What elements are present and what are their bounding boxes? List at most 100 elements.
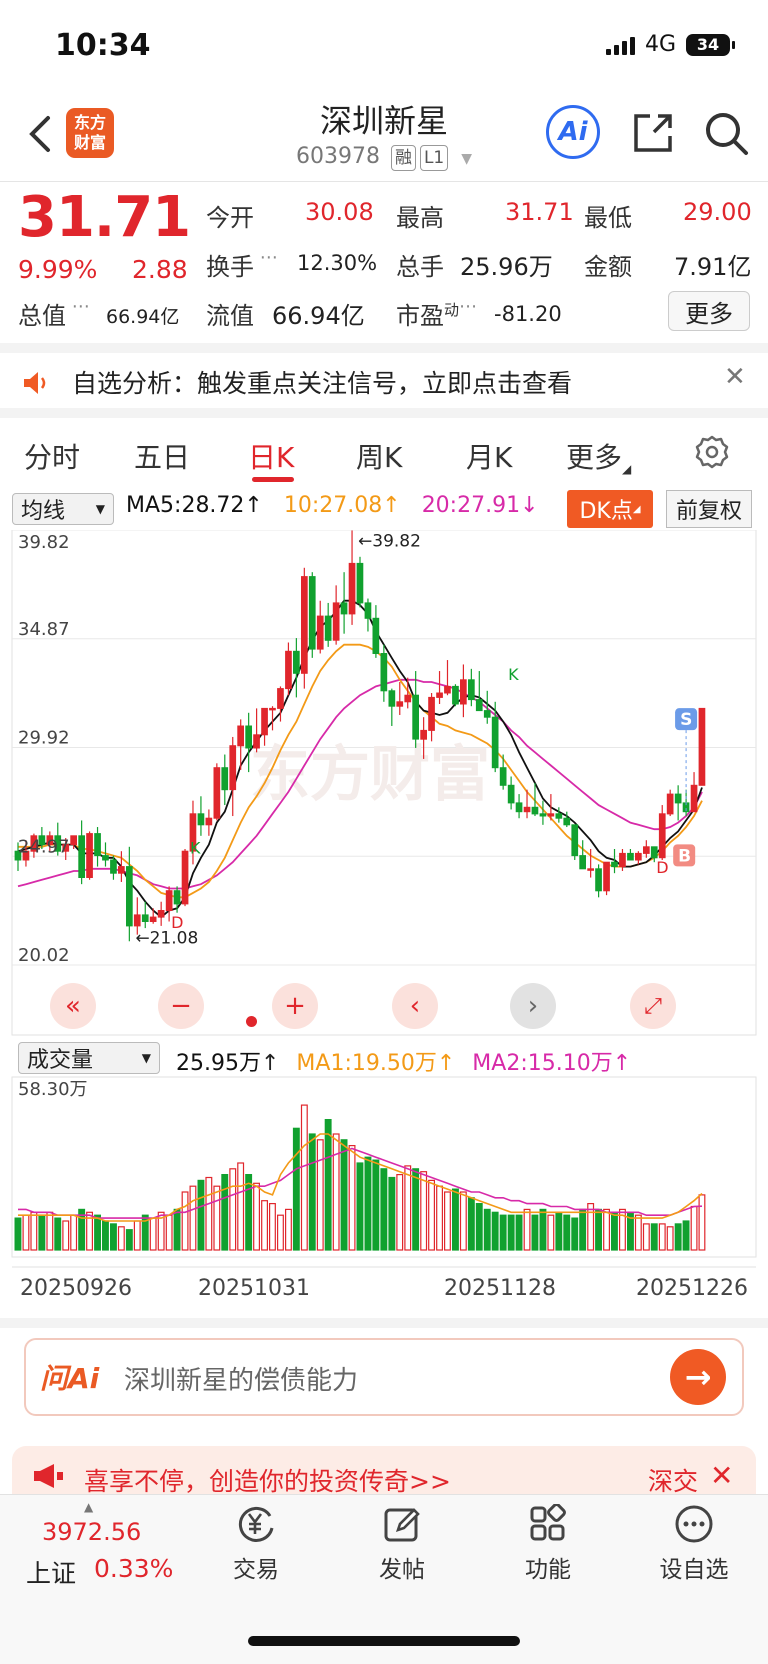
candle-body	[277, 688, 284, 709]
tab-monthly-k[interactable]: 月K	[466, 436, 512, 476]
candle-body	[237, 725, 245, 747]
ai-assistant-button[interactable]: Ai	[546, 105, 600, 159]
candle-body	[205, 817, 213, 826]
kline-chart[interactable]: 东方财富 39.82 34.87 29.92 24.97 20.02 ←39.82 ←21…	[0, 530, 768, 1270]
nav-features-label: 功能	[525, 1557, 571, 1583]
index-change[interactable]: 0.33%	[94, 1554, 173, 1583]
candle-body	[229, 745, 237, 791]
candle-body	[197, 813, 205, 826]
volume-indicator-select[interactable]: 成交量 ▼	[18, 1042, 160, 1074]
volume-bar	[452, 1188, 459, 1251]
chart-settings-button[interactable]	[694, 434, 730, 474]
d-marker: D	[656, 858, 668, 877]
down-arrow-icon: ↓	[520, 493, 539, 518]
change-amount: 2.88	[132, 255, 188, 284]
chart-zoom-in-button[interactable]: +	[272, 983, 318, 1029]
volume-bar	[467, 1197, 475, 1251]
triangle-icon: ◢	[632, 503, 641, 515]
candles	[14, 530, 706, 942]
b-marker-text: B	[678, 846, 691, 866]
candle-body	[603, 861, 610, 892]
home-indicator	[248, 1636, 520, 1646]
candle-body	[499, 767, 507, 786]
tab-weekly-k[interactable]: 周K	[356, 436, 402, 476]
amount-label: 金额	[584, 253, 632, 281]
tab-intraday[interactable]: 分时	[24, 436, 80, 476]
candle-body	[483, 710, 491, 718]
ask-ai-question[interactable]: 深圳新星的偿债能力	[124, 1360, 358, 1397]
candle-body	[547, 813, 555, 817]
chart-fullscreen-button[interactable]: ⤢	[630, 983, 676, 1029]
volume-bar	[634, 1214, 642, 1251]
nav-features[interactable]: 功能	[498, 1504, 598, 1584]
forward-adjust-button[interactable]: 前复权	[666, 490, 752, 528]
volume-select-value: 成交量	[27, 1048, 94, 1073]
volume-bar	[253, 1182, 260, 1251]
d-marker: D	[171, 913, 183, 932]
battery-level: 34	[696, 35, 720, 54]
tab-more[interactable]: 更多◢	[566, 436, 631, 476]
volume-legend: 25.95万↑ MA1:19.50万↑ MA2:15.10万↑	[176, 1045, 631, 1077]
share-button[interactable]	[630, 110, 676, 156]
candle-body	[285, 650, 292, 690]
ask-ai-submit-button[interactable]: →	[670, 1349, 726, 1405]
chart-collapse-button[interactable]: «	[50, 983, 96, 1029]
candle-body	[658, 813, 666, 859]
chart-zoom-out-button[interactable]: −	[158, 983, 204, 1029]
candle-body	[420, 729, 427, 740]
volume-bar	[658, 1223, 666, 1251]
nav-post[interactable]: 发帖	[352, 1504, 452, 1584]
pe-value: -81.20	[494, 302, 562, 326]
volume-bars	[14, 1104, 706, 1251]
ai-label: Ai	[558, 117, 588, 147]
indicator-select[interactable]: 均线 ▼	[12, 493, 114, 525]
volume-bar	[285, 1208, 292, 1251]
status-indicators: 4G 34	[605, 32, 735, 57]
close-icon[interactable]: ✕	[724, 362, 746, 392]
volume-bar	[205, 1176, 213, 1251]
market-cap-label[interactable]: 总值 ⋯	[18, 296, 90, 331]
pe-label[interactable]: 市盈动⋯	[396, 296, 477, 331]
search-button[interactable]	[702, 108, 750, 158]
volume-bar	[547, 1214, 555, 1251]
index-value[interactable]: 3972.56	[42, 1518, 141, 1546]
volume-bar	[237, 1162, 245, 1251]
chart-prev-button[interactable]: ‹	[392, 983, 438, 1029]
turnover-label[interactable]: 换手 ⋯	[206, 247, 278, 282]
volume-bar	[300, 1104, 308, 1251]
tab-five-day[interactable]: 五日	[134, 436, 190, 476]
market-cap-label-text: 总值	[18, 302, 66, 330]
dk-point-button[interactable]: DK点 ◢	[567, 490, 653, 528]
volume-bar	[22, 1214, 30, 1251]
nav-add-watchlist[interactable]: 设自选	[644, 1504, 744, 1584]
candle-body	[141, 914, 149, 922]
volume-bar	[420, 1171, 428, 1251]
ma20-value: 20:27.91	[421, 493, 521, 518]
volume-bar	[269, 1202, 276, 1251]
more-fields-button[interactable]: 更多	[668, 291, 750, 331]
date-label: 20250926	[20, 1276, 132, 1301]
k-marker: K	[190, 838, 201, 857]
candle-body	[412, 694, 419, 740]
chart-next-button[interactable]: ›	[510, 983, 556, 1029]
volume-bar	[133, 1220, 141, 1251]
close-icon[interactable]: ✕	[710, 1459, 733, 1492]
nav-trade[interactable]: 交易	[206, 1504, 306, 1584]
candle-body	[301, 576, 308, 674]
price-tick-label: 29.92	[18, 728, 70, 749]
news-banner-text[interactable]: 自选分析：触发重点关注信号，立即点击查看	[72, 364, 572, 400]
volume-bar	[531, 1214, 539, 1251]
volume-bar	[46, 1211, 54, 1251]
tab-more-label: 更多	[566, 441, 623, 474]
promo-text[interactable]: 喜享不停，创造你的投资传奇>>	[84, 1462, 451, 1498]
candle-body	[261, 707, 268, 736]
tab-daily-k[interactable]: 日K	[248, 436, 294, 476]
low-label: 最低	[584, 204, 632, 232]
candle-body	[396, 701, 404, 707]
more-circle-icon	[675, 1505, 713, 1543]
volume-bar	[117, 1226, 125, 1251]
index-name[interactable]: 上证	[26, 1554, 76, 1590]
candle-body	[698, 707, 706, 786]
volume-bar	[674, 1223, 682, 1251]
volume-bar	[277, 1214, 284, 1251]
